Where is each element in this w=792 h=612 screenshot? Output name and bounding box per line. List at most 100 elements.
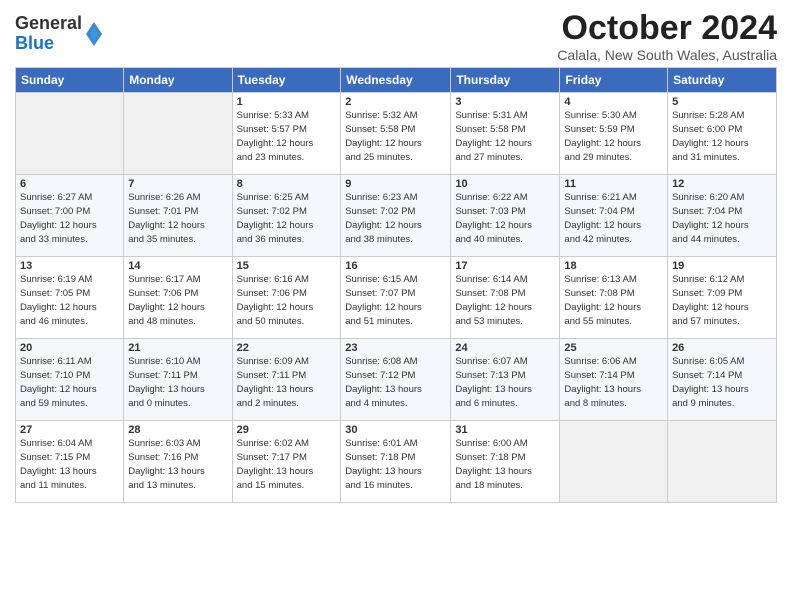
col-header-friday: Friday [560, 68, 668, 93]
calendar-week-row: 6Sunrise: 6:27 AMSunset: 7:00 PMDaylight… [16, 175, 777, 257]
col-header-tuesday: Tuesday [232, 68, 341, 93]
day-number: 15 [237, 260, 337, 272]
day-detail: Sunrise: 6:01 AMSunset: 7:18 PMDaylight:… [345, 437, 446, 492]
col-header-saturday: Saturday [668, 68, 777, 93]
calendar-cell: 29Sunrise: 6:02 AMSunset: 7:17 PMDayligh… [232, 421, 341, 503]
day-number: 20 [20, 342, 119, 354]
col-header-wednesday: Wednesday [341, 68, 451, 93]
day-number: 31 [455, 424, 555, 436]
day-number: 1 [237, 96, 337, 108]
day-detail: Sunrise: 6:17 AMSunset: 7:06 PMDaylight:… [128, 273, 227, 328]
day-number: 8 [237, 178, 337, 190]
day-detail: Sunrise: 6:14 AMSunset: 7:08 PMDaylight:… [455, 273, 555, 328]
calendar-cell: 10Sunrise: 6:22 AMSunset: 7:03 PMDayligh… [451, 175, 560, 257]
logo-general: General [15, 13, 82, 33]
calendar-cell: 27Sunrise: 6:04 AMSunset: 7:15 PMDayligh… [16, 421, 124, 503]
col-header-monday: Monday [124, 68, 232, 93]
calendar-cell: 2Sunrise: 5:32 AMSunset: 5:58 PMDaylight… [341, 93, 451, 175]
day-detail: Sunrise: 6:04 AMSunset: 7:15 PMDaylight:… [20, 437, 119, 492]
day-number: 2 [345, 96, 446, 108]
day-detail: Sunrise: 6:03 AMSunset: 7:16 PMDaylight:… [128, 437, 227, 492]
calendar-cell: 18Sunrise: 6:13 AMSunset: 7:08 PMDayligh… [560, 257, 668, 339]
header: General Blue October 2024 Calala, New So… [15, 10, 777, 63]
day-detail: Sunrise: 6:21 AMSunset: 7:04 PMDaylight:… [564, 191, 663, 246]
day-number: 30 [345, 424, 446, 436]
calendar-cell: 15Sunrise: 6:16 AMSunset: 7:06 PMDayligh… [232, 257, 341, 339]
calendar-cell: 19Sunrise: 6:12 AMSunset: 7:09 PMDayligh… [668, 257, 777, 339]
day-number: 7 [128, 178, 227, 190]
day-detail: Sunrise: 5:30 AMSunset: 5:59 PMDaylight:… [564, 109, 663, 164]
calendar-cell: 8Sunrise: 6:25 AMSunset: 7:02 PMDaylight… [232, 175, 341, 257]
calendar-cell: 26Sunrise: 6:05 AMSunset: 7:14 PMDayligh… [668, 339, 777, 421]
day-number: 28 [128, 424, 227, 436]
calendar-cell: 30Sunrise: 6:01 AMSunset: 7:18 PMDayligh… [341, 421, 451, 503]
calendar-cell: 16Sunrise: 6:15 AMSunset: 7:07 PMDayligh… [341, 257, 451, 339]
day-number: 17 [455, 260, 555, 272]
calendar-cell: 31Sunrise: 6:00 AMSunset: 7:18 PMDayligh… [451, 421, 560, 503]
calendar-cell: 28Sunrise: 6:03 AMSunset: 7:16 PMDayligh… [124, 421, 232, 503]
day-number: 12 [672, 178, 772, 190]
calendar-cell [668, 421, 777, 503]
calendar-cell: 11Sunrise: 6:21 AMSunset: 7:04 PMDayligh… [560, 175, 668, 257]
day-detail: Sunrise: 6:06 AMSunset: 7:14 PMDaylight:… [564, 355, 663, 410]
calendar-cell: 14Sunrise: 6:17 AMSunset: 7:06 PMDayligh… [124, 257, 232, 339]
logo-icon [84, 20, 104, 48]
calendar-cell: 12Sunrise: 6:20 AMSunset: 7:04 PMDayligh… [668, 175, 777, 257]
logo: General Blue [15, 14, 104, 54]
calendar-cell [560, 421, 668, 503]
day-detail: Sunrise: 5:33 AMSunset: 5:57 PMDaylight:… [237, 109, 337, 164]
day-detail: Sunrise: 5:31 AMSunset: 5:58 PMDaylight:… [455, 109, 555, 164]
calendar-cell: 22Sunrise: 6:09 AMSunset: 7:11 PMDayligh… [232, 339, 341, 421]
day-detail: Sunrise: 6:15 AMSunset: 7:07 PMDaylight:… [345, 273, 446, 328]
day-detail: Sunrise: 6:11 AMSunset: 7:10 PMDaylight:… [20, 355, 119, 410]
day-detail: Sunrise: 6:00 AMSunset: 7:18 PMDaylight:… [455, 437, 555, 492]
calendar-cell [16, 93, 124, 175]
calendar-cell: 24Sunrise: 6:07 AMSunset: 7:13 PMDayligh… [451, 339, 560, 421]
day-number: 27 [20, 424, 119, 436]
calendar-cell: 6Sunrise: 6:27 AMSunset: 7:00 PMDaylight… [16, 175, 124, 257]
month-title: October 2024 [557, 10, 777, 47]
title-block: October 2024 Calala, New South Wales, Au… [557, 10, 777, 63]
day-number: 13 [20, 260, 119, 272]
calendar-table: SundayMondayTuesdayWednesdayThursdayFrid… [15, 67, 777, 503]
calendar-week-row: 13Sunrise: 6:19 AMSunset: 7:05 PMDayligh… [16, 257, 777, 339]
day-detail: Sunrise: 5:28 AMSunset: 6:00 PMDaylight:… [672, 109, 772, 164]
day-number: 5 [672, 96, 772, 108]
day-number: 24 [455, 342, 555, 354]
day-detail: Sunrise: 6:13 AMSunset: 7:08 PMDaylight:… [564, 273, 663, 328]
day-detail: Sunrise: 6:27 AMSunset: 7:00 PMDaylight:… [20, 191, 119, 246]
day-detail: Sunrise: 6:07 AMSunset: 7:13 PMDaylight:… [455, 355, 555, 410]
day-number: 16 [345, 260, 446, 272]
day-number: 22 [237, 342, 337, 354]
day-detail: Sunrise: 6:23 AMSunset: 7:02 PMDaylight:… [345, 191, 446, 246]
calendar-cell: 23Sunrise: 6:08 AMSunset: 7:12 PMDayligh… [341, 339, 451, 421]
day-number: 18 [564, 260, 663, 272]
calendar-week-row: 1Sunrise: 5:33 AMSunset: 5:57 PMDaylight… [16, 93, 777, 175]
day-detail: Sunrise: 5:32 AMSunset: 5:58 PMDaylight:… [345, 109, 446, 164]
day-number: 11 [564, 178, 663, 190]
day-number: 14 [128, 260, 227, 272]
day-detail: Sunrise: 6:09 AMSunset: 7:11 PMDaylight:… [237, 355, 337, 410]
calendar-cell: 4Sunrise: 5:30 AMSunset: 5:59 PMDaylight… [560, 93, 668, 175]
day-number: 19 [672, 260, 772, 272]
calendar-cell: 1Sunrise: 5:33 AMSunset: 5:57 PMDaylight… [232, 93, 341, 175]
calendar-week-row: 27Sunrise: 6:04 AMSunset: 7:15 PMDayligh… [16, 421, 777, 503]
day-detail: Sunrise: 6:05 AMSunset: 7:14 PMDaylight:… [672, 355, 772, 410]
day-detail: Sunrise: 6:10 AMSunset: 7:11 PMDaylight:… [128, 355, 227, 410]
day-number: 4 [564, 96, 663, 108]
calendar-cell: 21Sunrise: 6:10 AMSunset: 7:11 PMDayligh… [124, 339, 232, 421]
logo-text: General Blue [15, 14, 82, 54]
calendar-cell: 17Sunrise: 6:14 AMSunset: 7:08 PMDayligh… [451, 257, 560, 339]
day-number: 21 [128, 342, 227, 354]
day-detail: Sunrise: 6:22 AMSunset: 7:03 PMDaylight:… [455, 191, 555, 246]
location: Calala, New South Wales, Australia [557, 47, 777, 63]
page-container: General Blue October 2024 Calala, New So… [0, 0, 792, 508]
day-number: 29 [237, 424, 337, 436]
day-detail: Sunrise: 6:12 AMSunset: 7:09 PMDaylight:… [672, 273, 772, 328]
day-detail: Sunrise: 6:26 AMSunset: 7:01 PMDaylight:… [128, 191, 227, 246]
day-number: 25 [564, 342, 663, 354]
day-number: 23 [345, 342, 446, 354]
day-number: 10 [455, 178, 555, 190]
calendar-cell: 3Sunrise: 5:31 AMSunset: 5:58 PMDaylight… [451, 93, 560, 175]
calendar-cell: 13Sunrise: 6:19 AMSunset: 7:05 PMDayligh… [16, 257, 124, 339]
